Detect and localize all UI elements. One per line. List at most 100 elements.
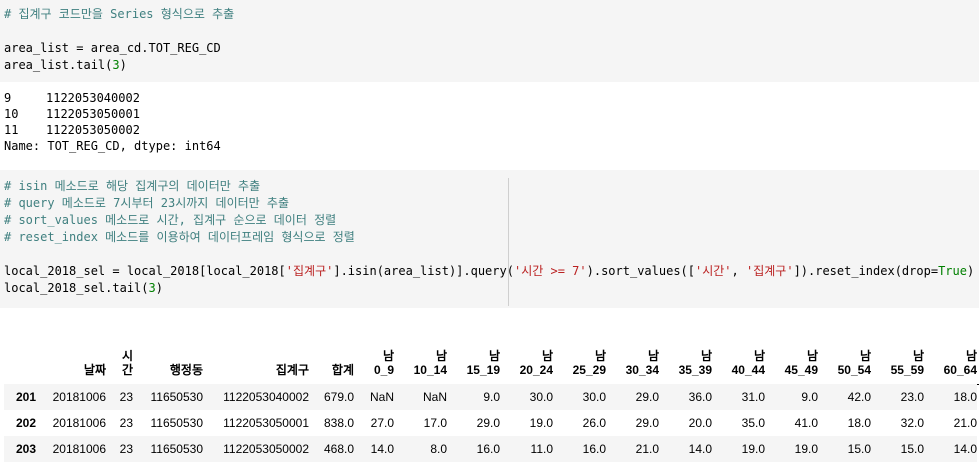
column-header-line1: 남 [912,349,924,363]
column-header-line2: 30_34 [625,363,659,377]
column-header: 남 35_39 [659,322,712,384]
table-cell: 679.0 [323,390,354,404]
column-header-line2: 55_59 [890,363,924,377]
table-cell: 20181006 [52,416,106,430]
code-cell-2[interactable]: # isin 메소드로 해당 집계구의 데이터만 추출 # query 메소드로… [0,170,979,308]
table-cell: 11650530 [150,442,204,456]
table-cell: 11650530 [150,390,204,404]
table-cell: 26.0 [582,416,606,430]
dataframe-table: 날짜 시 간 행정동 집계구 합계 남 0_9 남 10_14 남 15_19 남 20_24 남 25_29… [4,322,977,462]
row-index: 203 [15,442,36,456]
column-header-line1: 남 [488,349,500,363]
column-header-line1: 남 [859,349,871,363]
column-header-line1: 남 [382,349,394,363]
table-cell: 19.0 [794,442,818,456]
column-header-line1: 남 [753,349,765,363]
table-cell: 27.0 [370,416,394,430]
column-header-line2: 40_44 [731,363,765,377]
code-comment: # sort_values 메소드로 시간, 집계구 순으로 데이터 정렬 [4,213,337,227]
table-cell: 14.0 [953,442,977,456]
table-cell: 21.0 [953,416,977,430]
table-cell: 16.0 [476,442,500,456]
table-cell: 9.0 [801,390,818,404]
column-header: 남 25_29 [553,322,606,384]
table-cell: 14.0 [370,442,394,456]
column-header-line2: 행정동 [169,363,203,377]
table-cell: 20181006 [52,442,106,456]
column-header-line2: 35_39 [678,363,712,377]
column-header: 남 0_9 [354,322,394,384]
column-header: 남 30_34 [606,322,659,384]
column-header: 남 45_49 [765,322,818,384]
table-cell: 30.0 [582,390,606,404]
column-header: 남 10_14 [394,322,447,384]
column-header-line1: 남 [806,349,818,363]
column-header-line1: 남 [700,349,712,363]
table-cell: NaN [422,390,447,404]
table-cell: 18.0 [953,390,977,404]
column-header: 남 15_19 [447,322,500,384]
table-cell: 15.0 [847,442,871,456]
code-line: area_list = area_cd.TOT_REG_CD [4,41,221,55]
column-header-line2: 25_29 [572,363,606,377]
code-comment: # reset_index 메소드를 이용하여 데이터프레임 형식으로 정렬 [4,230,355,244]
series-footer: Name: TOT_REG_CD, dtype: int64 [4,139,221,153]
column-header-line2: 50_54 [837,363,871,377]
table-cell: 36.0 [688,390,712,404]
table-cell: 838.0 [323,416,354,430]
table-cell: 29.0 [635,390,659,404]
table-cell: 17.0 [423,416,447,430]
table-cell: 1122053050001 [223,416,309,430]
column-header: 집계구 [203,322,309,384]
table-row: 203 20181006 23 11650530 1122053050002 468.0 1… [4,436,977,462]
table-cell: 20.0 [688,416,712,430]
header-row: 날짜 시 간 행정동 집계구 합계 남 0_9 남 10_14 남 15_19 남 20_24 남 25_29… [4,322,977,384]
column-header: 남 50_54 [818,322,871,384]
output-cell-1: 9 1122053040002 10 1122053050001 11 1122053… [0,82,979,170]
column-header: 남 40_44 [712,322,765,384]
table-cell: 19.0 [529,416,553,430]
column-header: 날짜 [36,322,106,384]
column-header-line2: 20_24 [519,363,553,377]
table-cell: 29.0 [635,416,659,430]
column-header: 합계 [309,322,354,384]
code-cell-1[interactable]: # 집계구 코드만을 Series 형식으로 추출 area_list = ar… [0,0,979,82]
series-row: 11 1122053050002 [4,123,140,137]
column-header-line2: 0_9 [373,363,394,377]
column-header-line2: 집계구 [275,363,309,377]
column-header-line2: 10_14 [413,363,447,377]
column-header-line1: 남 [647,349,659,363]
column-header-line1: 남 [965,349,977,363]
column-header: 시간 [106,322,133,384]
table-cell: 30.0 [529,390,553,404]
table-cell: 9.0 [483,390,500,404]
column-header: 남 20_24 [500,322,553,384]
column-header: 행정동 [133,322,203,384]
column-header-line2: 간 [121,363,133,377]
table-cell: 23 [119,416,133,430]
column-header-line2: 45_49 [784,363,818,377]
column-header-line1: 시 [121,349,133,363]
code-comment: # query 메소드로 7시부터 23시까지 데이터만 추출 [4,196,290,210]
code-line: area_list.tail(3) [4,58,127,72]
table-cell: 32.0 [900,416,924,430]
table-cell: 21.0 [635,442,659,456]
table-cell: 23 [119,390,133,404]
table-cell: 18.0 [847,416,871,430]
table-body: 201 20181006 23 11650530 1122053040002 679.0 N… [4,384,977,462]
table-cell: 15.0 [900,442,924,456]
code-line: local_2018_sel = local_2018[local_2018['… [4,264,975,278]
table-cell: 14.0 [688,442,712,456]
table-cell: 35.0 [741,416,765,430]
column-header: 남 55_59 [871,322,924,384]
editor-ruler [508,178,509,306]
row-index: 202 [15,416,36,430]
table-row: 201 20181006 23 11650530 1122053040002 679.0 N… [4,384,977,410]
column-header-line1: 남 [435,349,447,363]
table-cell: 1122053050002 [223,442,309,456]
table-cell: 468.0 [323,442,354,456]
series-row: 9 1122053040002 [4,91,140,105]
column-header-line2: 15_19 [466,363,500,377]
code-comment: # 집계구 코드만을 Series 형식으로 추출 [4,7,235,21]
table-cell: 29.0 [476,416,500,430]
